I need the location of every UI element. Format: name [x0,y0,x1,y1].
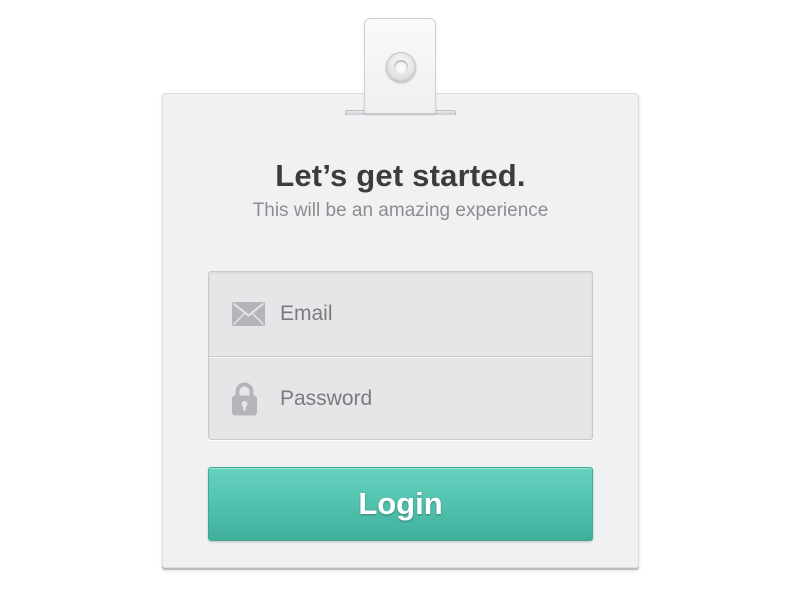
email-input[interactable] [280,272,580,356]
password-field-row [209,356,592,439]
envelope-icon [232,302,265,326]
email-field-row [209,272,592,356]
password-input[interactable] [280,357,580,439]
login-card: Let’s get started. This will be an amazi… [162,93,639,568]
eyelet-icon [386,52,416,82]
badge-clip [364,18,436,114]
page-title: Let’s get started. [275,158,526,193]
login-button[interactable]: Login [208,467,593,541]
login-screen: Let’s get started. This will be an amazi… [0,0,800,600]
lock-icon [232,382,257,415]
page-subtitle: This will be an amazing experience [252,200,549,221]
credentials-form [208,271,593,440]
